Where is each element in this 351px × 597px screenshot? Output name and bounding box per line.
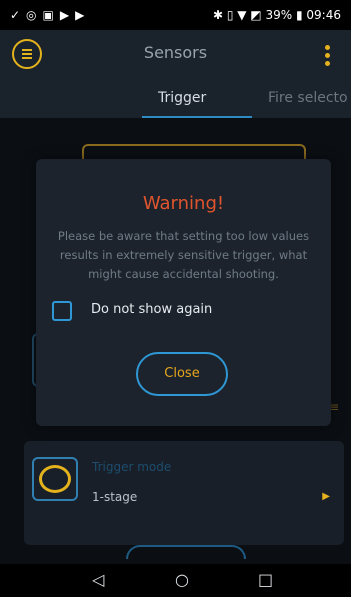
tab-trigger[interactable]: Trigger <box>158 90 206 106</box>
kebab-menu-icon <box>325 45 330 50</box>
dialog-message: Please be aware that setting too low val… <box>57 229 310 281</box>
warning-dialog: Warning! Please be aware that setting to… <box>36 159 331 426</box>
battery-level: 39% <box>265 8 293 22</box>
dialog-title: Warning! <box>142 193 225 214</box>
app-bar: Sensors <box>0 30 351 82</box>
back-icon[interactable]: ◁ <box>92 570 104 589</box>
trigger-mode-title: Trigger mode <box>92 460 172 474</box>
trigger-mode-icon <box>32 457 78 501</box>
checkbox-label[interactable]: Do not show again <box>91 302 212 317</box>
tab-bar: Trigger Fire selecto <box>0 82 351 118</box>
status-right: ✱ ▯ ▼ ◩ 39% ▮ 09:46 <box>213 8 341 22</box>
recents-icon[interactable]: □ <box>258 570 273 589</box>
do-not-show-checkbox[interactable] <box>52 301 72 321</box>
trigger-mode-value: 1-stage <box>92 490 138 504</box>
more-options-button[interactable] <box>325 45 331 67</box>
tab-fire-selector[interactable]: Fire selecto <box>268 90 348 106</box>
status-time: 09:46 <box>306 8 341 22</box>
bottom-button-edge[interactable] <box>126 545 246 559</box>
system-nav-bar: ◁ ○ □ <box>0 564 351 597</box>
notification-icons: ✓◎▣▶▶ <box>10 8 91 22</box>
status-bar: ✓◎▣▶▶ ✱ ▯ ▼ ◩ 39% ▮ 09:46 <box>0 0 351 30</box>
chevron-right-icon: ▶ <box>322 491 330 502</box>
page-title: Sensors <box>143 43 208 62</box>
home-icon[interactable]: ○ <box>175 570 189 589</box>
battery-icon: ▮ <box>295 8 303 22</box>
close-button[interactable]: Close <box>136 352 228 396</box>
signal-icons: ✱ ▯ ▼ ◩ <box>212 8 262 22</box>
trigger-mode-card[interactable]: Trigger mode 1-stage ▶ <box>24 441 344 545</box>
